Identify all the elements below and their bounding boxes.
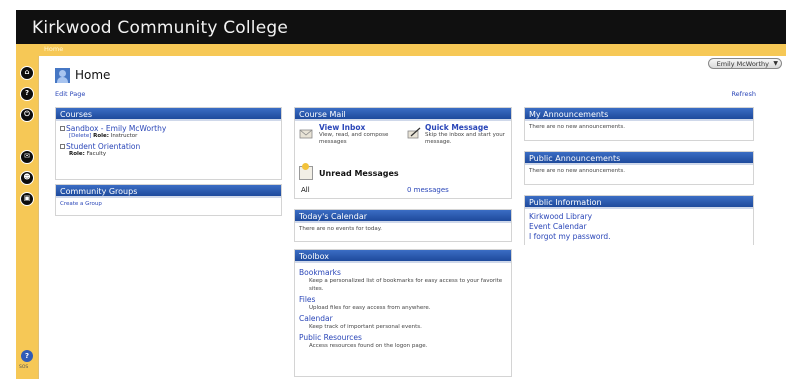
quick-message-icon [407, 127, 421, 139]
event-calendar-link[interactable]: Event Calendar [529, 222, 749, 232]
help-icon[interactable]: ? [20, 87, 34, 101]
course-item: Sandbox - Emily McWorthy [Delete] Role: … [60, 124, 277, 139]
checkbox-icon[interactable] [60, 126, 65, 131]
public-announcements-header: Public Announcements [525, 152, 753, 165]
breadcrumb: Home [16, 44, 786, 56]
courses-header: Courses [56, 108, 281, 121]
course-role: Instructor [110, 133, 138, 139]
toolbox-portlet: Toolbox Bookmarks Keep a personalized li… [294, 249, 512, 377]
role-label: Role: [93, 133, 109, 139]
refresh-link[interactable]: Refresh [731, 90, 756, 98]
role-label: Role: [69, 151, 85, 157]
course-role: Faculty [86, 151, 107, 157]
courses-portlet: Courses Sandbox - Emily McWorthy [Delete… [55, 107, 282, 180]
quick-message-link[interactable]: Quick Message [425, 123, 509, 132]
my-announcements-portlet: My Announcements There are no new announ… [524, 107, 754, 141]
bookmarks-link[interactable]: Bookmarks [299, 268, 507, 277]
power-icon[interactable]: ⏻ [20, 108, 34, 122]
delete-course-link[interactable]: [Delete] [69, 133, 91, 139]
mail-icon[interactable]: ✉ [20, 150, 34, 164]
public-resources-link[interactable]: Public Resources [299, 333, 507, 342]
calendar-link[interactable]: Calendar [299, 314, 507, 323]
kirkwood-library-link[interactable]: Kirkwood Library [529, 212, 749, 222]
user-menu[interactable]: Emily McWorthy ▼ [707, 58, 782, 69]
unread-messages-title: Unread Messages [319, 169, 399, 178]
calendar-empty-text: There are no events for today. [299, 226, 382, 232]
edit-page-link[interactable]: Edit Page [55, 90, 85, 98]
window-top-margin [16, 0, 788, 10]
view-inbox-desc: View, read, and compose messages [319, 132, 389, 145]
course-mail-header: Course Mail [295, 108, 511, 121]
public-information-header: Public Information [525, 196, 753, 209]
site-title: Kirkwood Community College [32, 18, 289, 38]
course-mail-portlet: Course Mail View Inbox View, read, and c… [294, 107, 512, 199]
home-page-icon [55, 68, 70, 83]
unread-messages-icon [299, 163, 313, 180]
community-groups-portlet: Community Groups Create a Group [55, 184, 282, 216]
public-announcements-portlet: Public Announcements There are no new an… [524, 151, 754, 185]
window-margin [0, 0, 16, 379]
course-meta: Role: Faculty [60, 151, 277, 157]
main-content: Emily McWorthy ▼ Home Edit Page Refresh … [38, 56, 786, 379]
help-info-icon[interactable]: ? [21, 350, 33, 362]
course-link-sandbox[interactable]: Sandbox - Emily McWorthy [60, 124, 277, 133]
bookmarks-desc: Keep a personalized list of bookmarks fo… [309, 278, 503, 292]
public-announcements-empty: There are no new announcements. [529, 168, 625, 174]
chat-icon[interactable]: ▣ [20, 192, 34, 206]
quick-message-block: Quick Message Skip the inbox and start y… [425, 123, 509, 146]
todays-calendar-portlet: Today's Calendar There are no events for… [294, 209, 512, 242]
my-announcements-empty: There are no new announcements. [529, 124, 625, 130]
unread-count-link[interactable]: 0 messages [407, 186, 449, 194]
page-title: Home [75, 68, 111, 82]
view-inbox-block: View Inbox View, read, and compose messa… [319, 123, 393, 146]
files-link[interactable]: Files [299, 295, 507, 304]
rail-small-label: SOS [19, 365, 29, 370]
public-resources-desc: Access resources found on the logon page… [309, 343, 428, 349]
calendar-desc: Keep track of important personal events. [309, 324, 422, 330]
course-name: Sandbox - Emily McWorthy [66, 124, 167, 133]
unread-scope: All [301, 186, 310, 194]
view-inbox-link[interactable]: View Inbox [319, 123, 393, 132]
user-name: Emily McWorthy [716, 60, 769, 68]
calendar-header: Today's Calendar [295, 210, 511, 223]
home-icon[interactable]: ⌂ [20, 66, 34, 80]
course-name: Student Orientation [66, 142, 141, 151]
public-information-portlet: Public Information Kirkwood Library Even… [524, 195, 754, 245]
community-groups-header: Community Groups [56, 185, 281, 198]
course-link-orientation[interactable]: Student Orientation [60, 142, 277, 151]
toolbox-header: Toolbox [295, 250, 511, 263]
forgot-password-link[interactable]: I forgot my password. [529, 232, 749, 242]
course-meta: [Delete] Role: Instructor [60, 133, 277, 139]
quick-message-desc: Skip the inbox and start your message. [425, 132, 505, 145]
person-icon[interactable]: ☻ [20, 171, 34, 185]
my-announcements-header: My Announcements [525, 108, 753, 121]
files-desc: Upload files for easy access from anywhe… [309, 305, 431, 311]
side-navigation-rail: ⌂ ? ⏻ ✉ ☻ ▣ ? SOS [16, 56, 38, 379]
breadcrumb-home[interactable]: Home [44, 45, 63, 53]
inbox-icon [299, 129, 313, 139]
site-header: Kirkwood Community College [16, 10, 786, 44]
course-item: Student Orientation Role: Faculty [60, 142, 277, 157]
create-group-link[interactable]: Create a Group [60, 201, 277, 207]
chevron-down-icon: ▼ [773, 60, 778, 67]
checkbox-icon[interactable] [60, 144, 65, 149]
